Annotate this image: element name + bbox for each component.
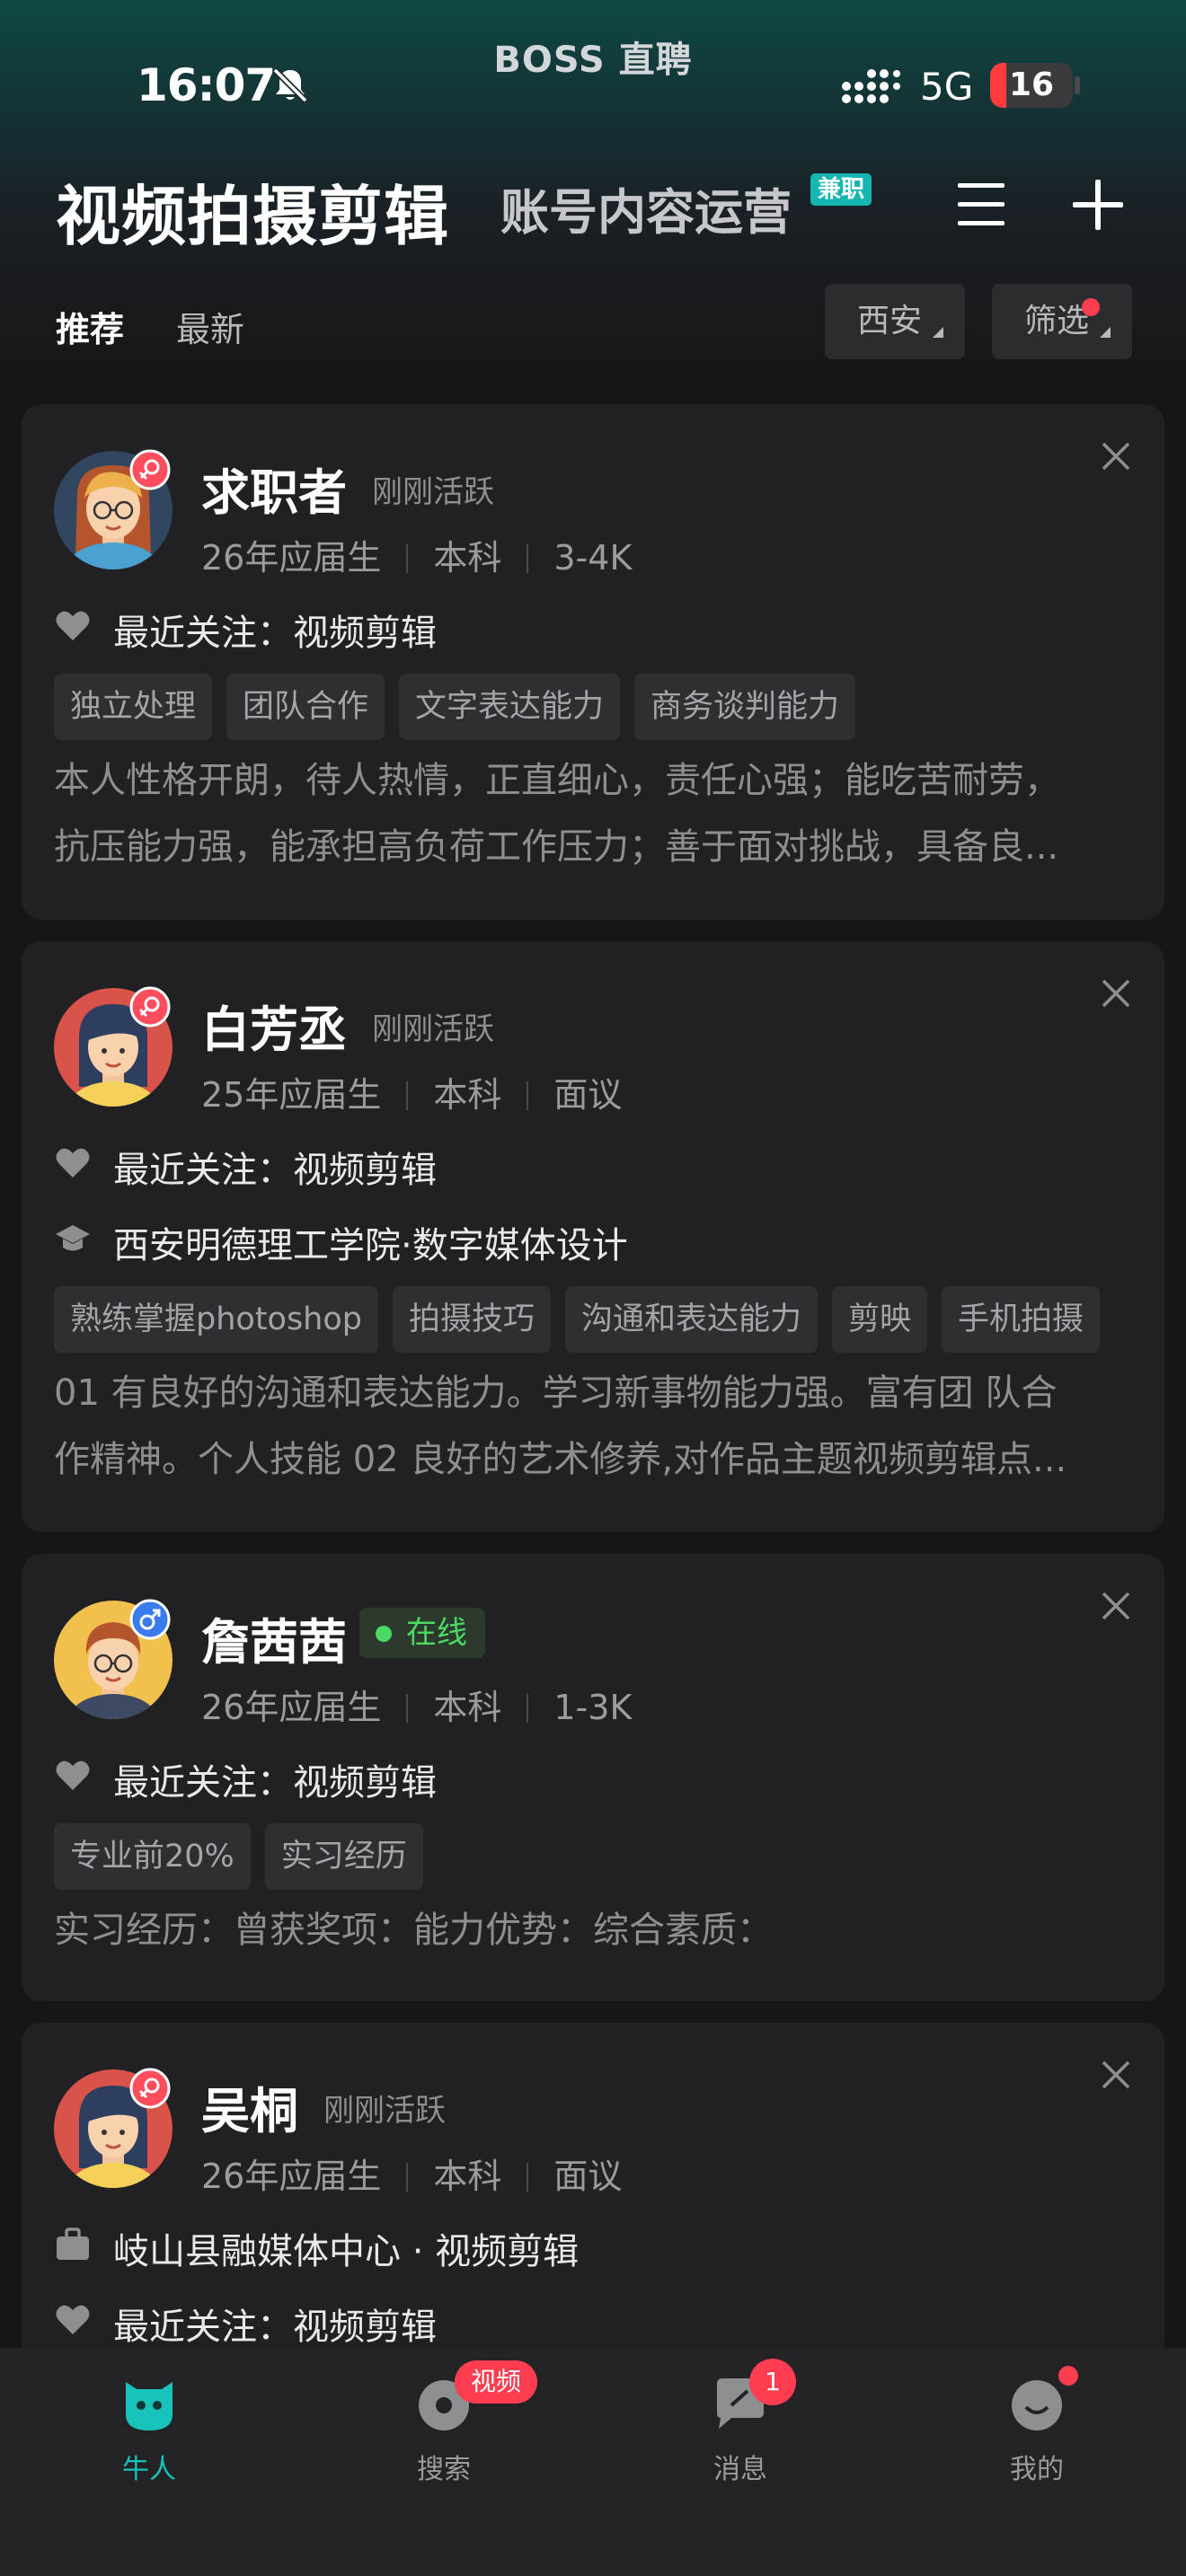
candidate-card[interactable]: 求职者 刚刚活跃 26年应届生 本科 3-4K 最近关注：视频剪辑 独立处理 团队合… (22, 404, 1164, 920)
description-line: 作精神。个人技能 02 良好的艺术修养,对作品主题视频剪辑点... (54, 1439, 1067, 1480)
description-line: 抗压能力强，能承担高负荷工作压力；善于面对挑战，具备良... (54, 826, 1059, 868)
job-title[interactable]: 视频拍摄剪辑 (56, 163, 449, 258)
candidate-meta: 25年应届生 本科 面议 (201, 1067, 622, 1116)
skill-tag: 商务谈判能力 (634, 674, 856, 740)
skill-tag: 实习经历 (264, 1823, 423, 1890)
skill-tag: 独立处理 (54, 674, 213, 740)
online-status-badge: 在线 (359, 1608, 485, 1658)
battery-level: 16 (1008, 66, 1055, 103)
candidate-meta: 26年应届生 本科 1-3K (201, 1680, 632, 1729)
close-icon[interactable] (1100, 977, 1132, 1010)
city-filter[interactable]: 西安 (825, 284, 965, 359)
filter-button-label: 筛选 (1024, 303, 1090, 340)
expected-salary: 1-3K (553, 1688, 633, 1727)
close-icon[interactable] (1100, 1590, 1132, 1622)
skill-tag: 剪映 (832, 1286, 928, 1353)
nav-me-label: 我的 (1010, 2454, 1064, 2485)
menu-icon[interactable] (954, 180, 1008, 230)
signal-icon (842, 69, 900, 103)
female-icon (129, 449, 171, 490)
messages-count-badge: 1 (749, 2359, 796, 2405)
candidate-name: 吴桐 (201, 2083, 298, 2139)
candidate-name: 求职者 (201, 464, 347, 521)
candidate-card[interactable]: 吴桐 刚刚活跃 26年应届生 本科 面议 岐山县融媒体中心 · 视频剪辑 最近关注：… (22, 2023, 1164, 2400)
talent-face-icon (126, 2382, 173, 2430)
graduation-year: 26年应届生 (201, 2157, 382, 2196)
school-major: 西安明德理工学院·数字媒体设计 (113, 1225, 628, 1266)
recent-attention-text: 最近关注：视频剪辑 (113, 1150, 437, 1191)
activity-status: 刚刚活跃 (323, 2093, 446, 2129)
job-subtitle[interactable]: 账号内容运营 (500, 172, 792, 243)
briefcase-icon (57, 2228, 89, 2260)
skill-tag: 手机拍摄 (942, 1286, 1101, 1353)
activity-status: 刚刚活跃 (372, 474, 494, 510)
expected-salary: 3-4K (553, 538, 633, 578)
recent-attention-text: 最近关注：视频剪辑 (113, 2307, 437, 2348)
education-level: 本科 (433, 1075, 502, 1115)
network-type: 5G (920, 65, 974, 109)
nav-talent-label: 牛人 (122, 2454, 176, 2485)
graduation-cap-icon (56, 1225, 90, 1251)
skill-tag: 拍摄技巧 (393, 1286, 552, 1353)
education-level: 本科 (433, 2157, 502, 2196)
activity-status: 刚刚活跃 (372, 1011, 494, 1047)
education-level: 本科 (433, 1688, 502, 1727)
heart-icon (56, 1760, 90, 1790)
me-notification-dot (1058, 2366, 1078, 2386)
nav-messages-label: 消息 (713, 2454, 767, 2485)
battery-cap (1075, 76, 1080, 94)
candidate-meta: 26年应届生 本科 面议 (201, 2148, 622, 2198)
candidate-card[interactable]: 詹茜茜 在线 26年应届生 本科 1-3K 最近关注：视频剪辑 专业前20% 实习经… (22, 1554, 1164, 2001)
status-bar: 16:07 BOSS 直聘 5G 16 (0, 0, 1186, 135)
plus-icon[interactable] (1071, 178, 1125, 232)
education-level: 本科 (433, 538, 502, 578)
graduation-year: 26年应届生 (201, 1688, 382, 1727)
graduation-year: 26年应届生 (201, 538, 382, 578)
candidate-name: 詹茜茜 (201, 1614, 347, 1671)
heart-icon (56, 611, 90, 640)
candidate-description: 本人性格开朗，待人热情，正直细心，责任心强；能吃苦耐劳， 抗压能力强，能承担高负… (54, 747, 1141, 880)
candidate-description: 实习经历：曾获奖项：能力优势：综合素质： (54, 1897, 1141, 1963)
bottom-nav: 牛人 搜索 消息 我的 (0, 2348, 1186, 2576)
skill-tags: 熟练掌握photoshop 拍摄技巧 沟通和表达能力 剪映 手机拍摄 (54, 1286, 1101, 1353)
dropdown-triangle-icon (933, 327, 943, 338)
recent-attention-text: 最近关注：视频剪辑 (113, 613, 437, 654)
female-icon (129, 986, 171, 1028)
skill-tags: 独立处理 团队合作 文字表达能力 商务谈判能力 (54, 674, 856, 740)
close-icon[interactable] (1100, 440, 1132, 472)
work-experience-text: 岐山县融媒体中心 · 视频剪辑 (113, 2231, 580, 2272)
filter-button[interactable]: 筛选 (992, 284, 1132, 359)
expected-salary: 面议 (553, 2157, 623, 2196)
skill-tag: 熟练掌握photoshop (54, 1286, 378, 1353)
expected-salary: 面议 (553, 1075, 623, 1115)
filter-notification-dot (1082, 298, 1100, 316)
search-video-badge: 视频 (455, 2360, 538, 2404)
male-icon (129, 1599, 171, 1640)
close-icon[interactable] (1100, 2059, 1132, 2091)
candidate-card[interactable]: 白芳丞 刚刚活跃 25年应届生 本科 面议 最近关注：视频剪辑 西安明德理工学院·数… (22, 941, 1164, 1532)
skill-tags: 专业前20% 实习经历 (54, 1823, 423, 1890)
tab-latest[interactable]: 最新 (176, 302, 244, 351)
recent-attention-text: 最近关注：视频剪辑 (113, 1762, 437, 1804)
description-line: 实习经历：曾获奖项：能力优势：综合素质： (54, 1910, 773, 1951)
description-line: 本人性格开朗，待人热情，正直细心，责任心强；能吃苦耐劳， (54, 760, 1060, 801)
female-icon (129, 2068, 171, 2109)
skill-tag: 文字表达能力 (399, 674, 621, 740)
candidate-meta: 26年应届生 本科 3-4K (201, 530, 632, 579)
tab-recommend[interactable]: 推荐 (56, 302, 124, 351)
battery-icon: 16 (990, 63, 1073, 108)
skill-tag: 沟通和表达能力 (565, 1286, 819, 1353)
graduation-year: 25年应届生 (201, 1075, 382, 1115)
dropdown-triangle-icon (1100, 327, 1111, 338)
nav-search-label: 搜索 (417, 2454, 471, 2485)
description-line: 01 有良好的沟通和表达能力。学习新事物能力强。富有团 队合 (54, 1372, 1058, 1414)
heart-icon (56, 2305, 90, 2334)
skill-tag: 团队合作 (226, 674, 385, 740)
candidate-description: 01 有良好的沟通和表达能力。学习新事物能力强。富有团 队合 作精神。个人技能 … (54, 1360, 1141, 1493)
city-filter-label: 西安 (857, 303, 923, 340)
candidate-name: 白芳丞 (201, 1001, 347, 1058)
skill-tag: 专业前20% (54, 1823, 251, 1890)
heart-icon (56, 1148, 90, 1178)
part-time-badge: 兼职 (810, 173, 872, 206)
